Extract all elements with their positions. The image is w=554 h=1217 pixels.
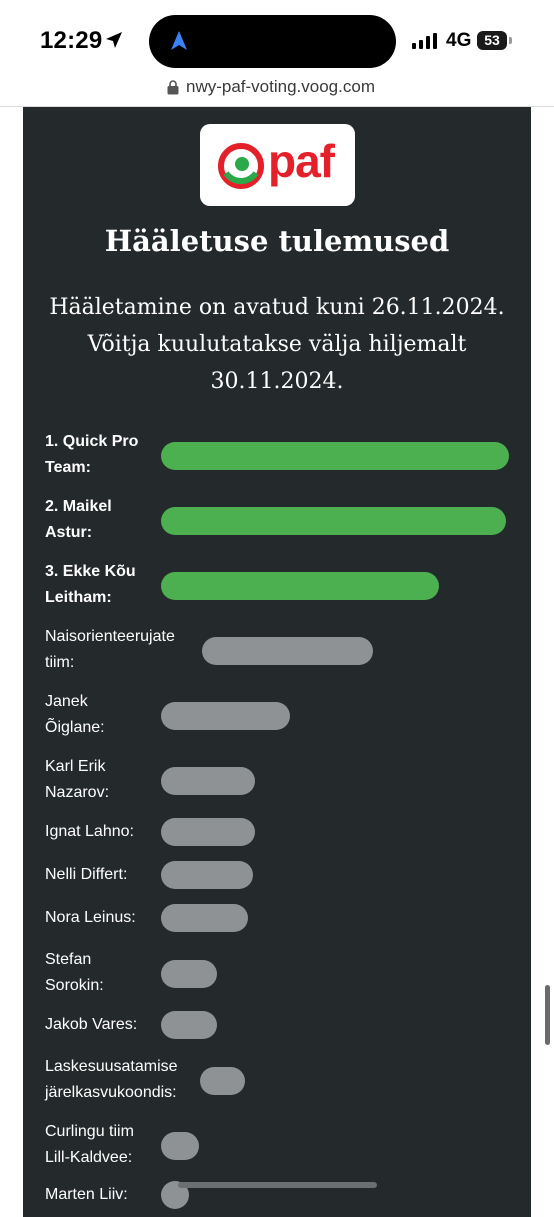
result-label: Stefan Sorokin: [45, 947, 104, 999]
result-label: Nora Leinus: [45, 905, 136, 931]
result-label-line: Marten Liiv: [45, 1186, 128, 1203]
vote-bar [161, 702, 290, 730]
vote-bar [161, 818, 255, 846]
network-type: 4G [446, 30, 472, 51]
result-label-line: Naisorienteerujate [45, 628, 175, 645]
result-label: Laskesuusatamise järelkasvukoondis: [45, 1054, 178, 1106]
result-label-line: Jakob Vares: [45, 1016, 138, 1033]
vote-bar [161, 507, 506, 535]
result-label: Karl Erik Nazarov: [45, 754, 109, 806]
paf-logo-mark-icon [218, 143, 264, 189]
result-label-line: Laskesuusatamise [45, 1058, 178, 1075]
vote-bar [202, 637, 373, 665]
lock-icon [167, 80, 179, 95]
vote-bar [200, 1067, 245, 1095]
result-label-line: järelkasvukoondis: [45, 1084, 177, 1101]
result-label: Marten Liiv: [45, 1182, 128, 1208]
voting-info: Hääletamine on avatud kuni 26.11.2024. V… [33, 289, 521, 400]
result-label: 3. Ekke Kõu Leitham: [45, 559, 136, 611]
result-label-line: Õiglane: [45, 719, 105, 736]
result-label-line: Karl Erik [45, 758, 106, 775]
vote-bar [161, 1132, 199, 1160]
result-label-line: Stefan [45, 951, 92, 968]
clock: 12:29 [40, 27, 103, 54]
result-label-line: Nazarov: [45, 784, 110, 801]
voting-info-line: Hääletamine on avatud kuni 26.11.2024. [49, 295, 505, 320]
vote-bar [161, 767, 255, 795]
result-label-line: Sorokin: [45, 977, 104, 994]
paf-logo[interactable]: paf [200, 124, 355, 206]
result-label-line: Leitham: [45, 589, 112, 606]
vote-bar [161, 572, 439, 600]
navigation-arrow-icon [171, 31, 187, 50]
result-label: 2. Maikel Astur: [45, 494, 112, 546]
result-label-line: Team: [45, 459, 91, 476]
url-text[interactable]: nwy-paf-voting.voog.com [186, 77, 375, 97]
vote-bar [161, 1011, 217, 1039]
vote-bar [161, 442, 509, 470]
page-title: Hääletuse tulemused [104, 224, 450, 258]
status-bar: 12:29 4G 53 [0, 0, 554, 72]
home-indicator[interactable] [178, 1182, 377, 1188]
cellular-signal-icon [412, 33, 437, 49]
result-label-line: Ignat Lahno: [45, 823, 134, 840]
battery-icon: 53 [477, 31, 512, 50]
result-label-line: 3. Ekke Kõu [45, 563, 136, 580]
result-label-line: Nelli Differt: [45, 866, 128, 883]
result-label: Janek Õiglane: [45, 689, 105, 741]
voting-info-line: Võitja kuulutatakse välja hiljemalt [87, 332, 467, 357]
result-label: Naisorienteerujate tiim: [45, 624, 175, 676]
result-label-line: Janek [45, 693, 88, 710]
voting-info-line: 30.11.2024. [210, 369, 344, 394]
scrollbar[interactable] [545, 985, 550, 1045]
location-arrow-icon [106, 32, 122, 48]
result-label: Jakob Vares: [45, 1012, 137, 1038]
results-card: paf Hääletuse tulemused Hääletamine on a… [23, 107, 531, 1217]
result-label-line: Astur: [45, 524, 93, 541]
result-label: Nelli Differt: [45, 862, 127, 888]
battery-level: 53 [484, 32, 500, 48]
dynamic-island [149, 15, 396, 68]
result-label-line: Lill-Kaldvee: [45, 1149, 133, 1166]
result-label: Ignat Lahno: [45, 819, 134, 845]
vote-bar [161, 861, 253, 889]
result-label-line: Curlingu tiim [45, 1123, 134, 1140]
address-bar[interactable]: nwy-paf-voting.voog.com [0, 72, 554, 107]
vote-bar [161, 904, 248, 932]
result-label: Curlingu tiim Lill-Kaldvee: [45, 1119, 134, 1171]
result-label-line: Nora Leinus: [45, 909, 136, 926]
result-label-line: 1. Quick Pro [45, 433, 139, 450]
vote-bar [161, 960, 217, 988]
logo-wordmark: paf [268, 135, 335, 187]
result-label: 1. Quick Pro Team: [45, 429, 138, 481]
result-label-line: tiim: [45, 654, 75, 671]
result-label-line: 2. Maikel [45, 498, 112, 515]
